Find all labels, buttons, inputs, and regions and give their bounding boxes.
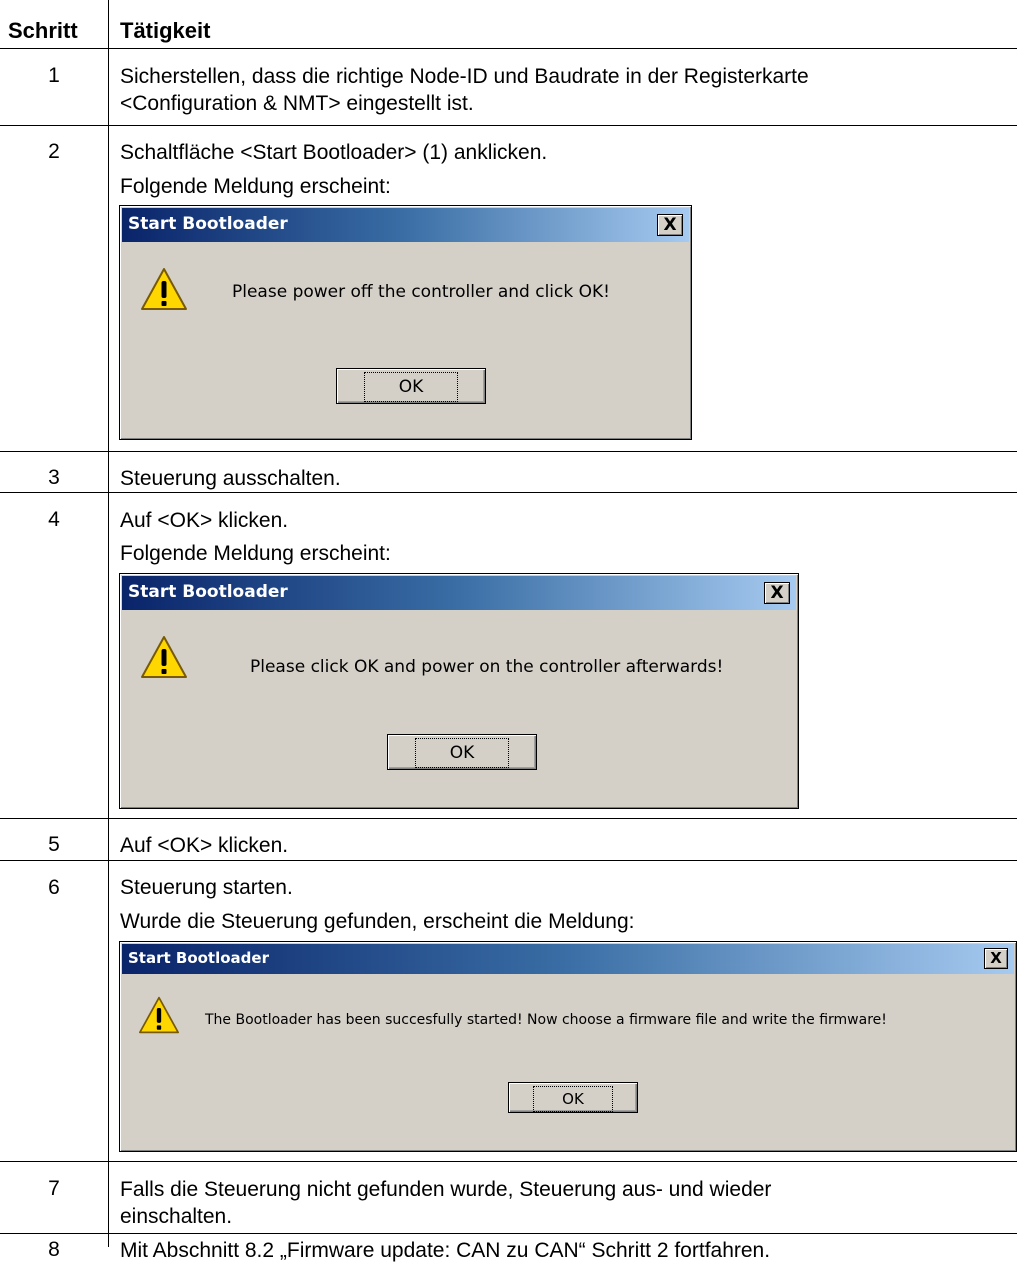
step-text-line: Auf <OK> klicken. xyxy=(120,834,289,857)
step-number: 1 xyxy=(48,64,60,87)
warning-icon xyxy=(141,636,187,678)
step-text-line: einschalten. xyxy=(120,1205,233,1228)
step-text-line: Falls die Steuerung nicht gefunden wurde… xyxy=(120,1178,772,1201)
dialog-message: Please click OK and power on the control… xyxy=(250,657,724,677)
row-divider xyxy=(0,492,1017,493)
row-divider xyxy=(0,125,1017,126)
step-text-line: Steuerung starten. xyxy=(120,876,293,899)
row-divider xyxy=(0,451,1017,452)
dialog-start-bootloader: Start Bootloader X Please power off the … xyxy=(119,205,692,440)
dialog-title-bar: Start Bootloader X xyxy=(122,944,1014,974)
dialog-title-bar: Start Bootloader X xyxy=(122,208,689,242)
dialog-message: Please power off the controller and clic… xyxy=(232,282,610,302)
header-step: Schritt xyxy=(8,18,78,43)
dialog-message: The Bootloader has been succesfully star… xyxy=(205,1012,887,1028)
step-text-line: Steuerung ausschalten. xyxy=(120,467,341,490)
step-text-line: <Configuration & NMT> eingestellt ist. xyxy=(120,92,474,115)
dialog-title: Start Bootloader xyxy=(128,582,288,602)
step-text-line: Auf <OK> klicken. xyxy=(120,509,289,532)
ok-button-label: OK xyxy=(533,1086,613,1112)
ok-button[interactable]: OK xyxy=(508,1082,638,1113)
step-text-line: Folgende Meldung erscheint: xyxy=(120,542,391,565)
dialog-title-bar: Start Bootloader X xyxy=(122,576,796,610)
step-number: 8 xyxy=(48,1238,60,1261)
ok-button[interactable]: OK xyxy=(387,734,537,770)
step-number: 3 xyxy=(48,466,60,489)
dialog-start-bootloader: Start Bootloader X Please click OK and p… xyxy=(119,573,799,809)
close-icon[interactable]: X xyxy=(764,582,790,604)
ok-button-label: OK xyxy=(363,372,459,402)
step-text-line: Schaltfläche <Start Bootloader> (1) ankl… xyxy=(120,141,548,164)
dialog-start-bootloader: Start Bootloader X The Bootloader has be… xyxy=(119,941,1017,1152)
row-divider xyxy=(0,1161,1017,1162)
step-text-line: Folgende Meldung erscheint: xyxy=(120,175,391,198)
step-text-line: Wurde die Steuerung gefunden, erscheint … xyxy=(120,910,635,933)
step-number: 6 xyxy=(48,876,60,899)
step-number: 5 xyxy=(48,833,60,856)
dialog-title: Start Bootloader xyxy=(128,949,269,967)
warning-icon xyxy=(138,996,179,1034)
close-icon[interactable]: X xyxy=(657,214,683,236)
row-divider xyxy=(0,48,1017,49)
dialog-title: Start Bootloader xyxy=(128,214,288,234)
step-number: 7 xyxy=(48,1177,60,1200)
warning-icon xyxy=(141,268,187,310)
step-text-line: Sicherstellen, dass die richtige Node-ID… xyxy=(120,65,809,88)
step-number: 4 xyxy=(48,508,60,531)
close-icon[interactable]: X xyxy=(984,948,1008,969)
row-divider xyxy=(0,860,1017,861)
ok-button[interactable]: OK xyxy=(336,368,486,404)
step-text-line: Mit Abschnitt 8.2 „Firmware update: CAN … xyxy=(120,1239,771,1262)
column-divider xyxy=(108,0,109,1247)
step-number: 2 xyxy=(48,140,60,163)
row-divider xyxy=(0,1233,1017,1234)
ok-button-label: OK xyxy=(414,738,510,768)
row-divider xyxy=(0,818,1017,819)
header-activity: Tätigkeit xyxy=(120,18,211,43)
